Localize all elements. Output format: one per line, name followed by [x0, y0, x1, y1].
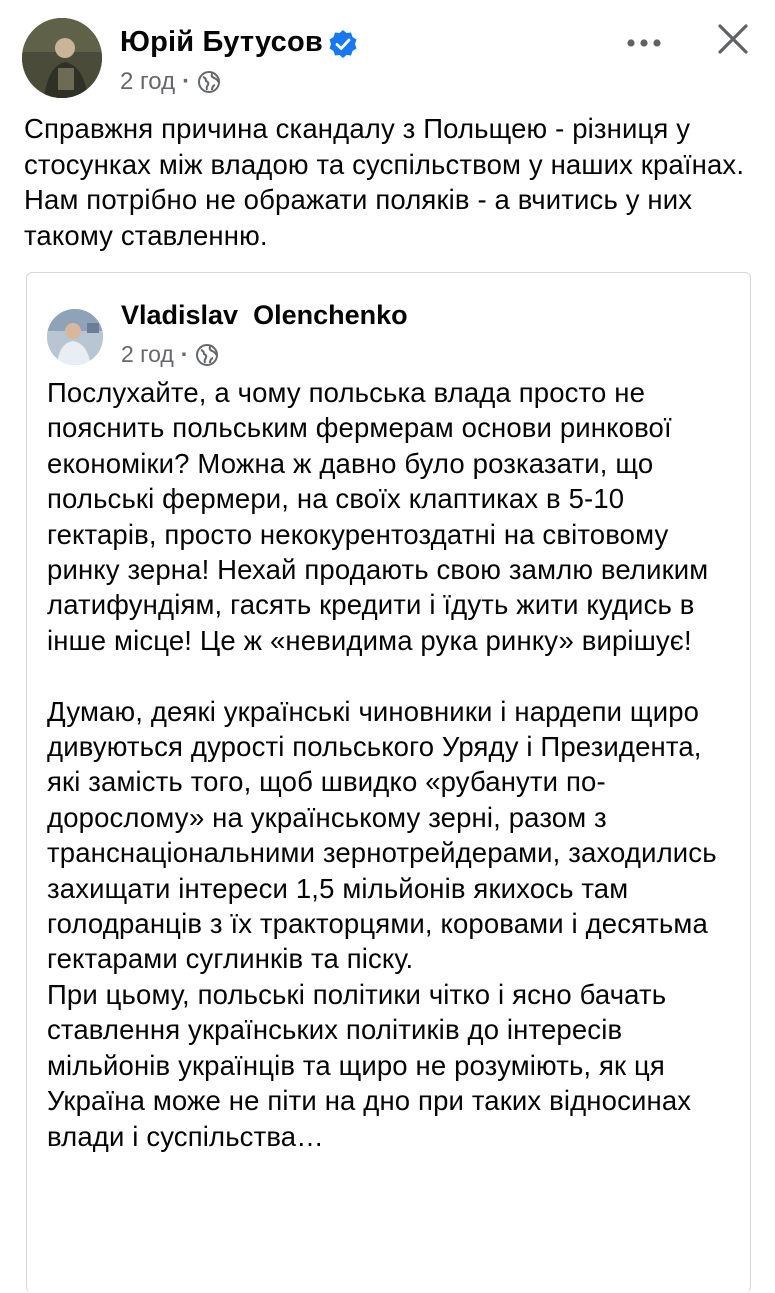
shared-paragraph: Думаю, деякі українські чиновники і нард…	[47, 695, 717, 975]
globe-icon	[196, 343, 219, 366]
shared-author-avatar[interactable]	[47, 309, 103, 365]
shared-post-meta: 2 год ·	[121, 341, 219, 368]
post-time[interactable]: 2 год	[120, 68, 175, 96]
verified-badge-icon	[329, 30, 357, 58]
shared-paragraph: Послухайте, а чому польська влада просто…	[47, 377, 709, 656]
meta-separator: ·	[180, 341, 189, 367]
shared-post-card[interactable]: Vladislav Olenchenko 2 год · Послухайте,…	[26, 272, 751, 1293]
post-body-text: Справжня причина скандалу з Польщею - рі…	[24, 113, 745, 251]
more-options-icon[interactable]	[624, 28, 664, 58]
close-icon[interactable]	[715, 21, 751, 57]
shared-author-name[interactable]: Vladislav Olenchenko	[121, 300, 408, 331]
post-meta: 2 год ·	[120, 68, 221, 96]
author-name[interactable]: Юрій Бутусов	[120, 26, 323, 59]
shared-post-time[interactable]: 2 год	[121, 341, 174, 368]
post-header: Юрій Бутусов 2 год ·	[22, 18, 757, 100]
globe-icon	[198, 71, 221, 93]
author-avatar[interactable]	[22, 18, 102, 98]
meta-separator: ·	[182, 68, 191, 95]
shared-paragraph: При цьому, польські політики чітко і ясн…	[47, 978, 692, 1152]
shared-post-text: Послухайте, а чому польська влада просто…	[47, 375, 737, 1154]
